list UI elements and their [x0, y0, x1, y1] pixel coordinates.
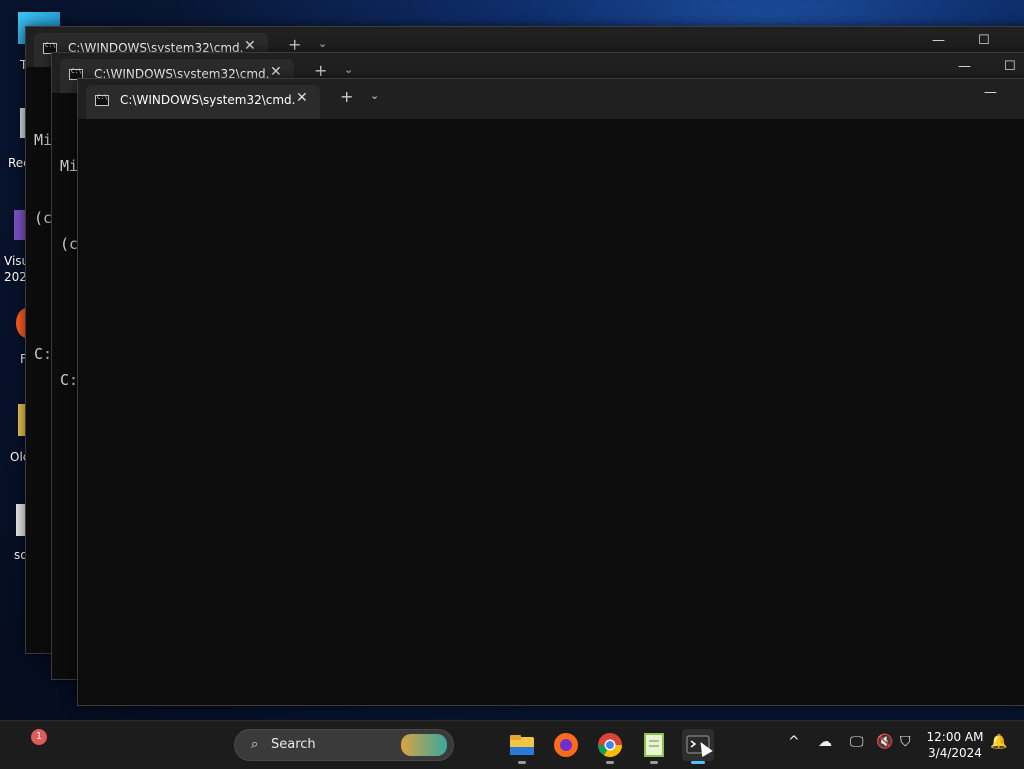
close-tab-icon[interactable]: ✕ [296, 90, 308, 106]
minimize-button[interactable]: — [932, 33, 945, 48]
new-tab-button[interactable]: + [340, 87, 353, 106]
tab-title: C:\WINDOWS\system32\cmd. [120, 93, 296, 107]
clock-time: 12:00 AM [926, 730, 984, 744]
chevron-down-icon[interactable]: ⌄ [370, 89, 379, 102]
network-icon[interactable]: 🖵 [850, 734, 864, 750]
volume-muted-icon[interactable]: 🔇 [876, 734, 893, 750]
search-icon: ⌕ [251, 737, 259, 752]
chevron-up-icon[interactable]: ^ [788, 734, 800, 750]
running-indicator [691, 761, 705, 764]
minimize-button[interactable]: — [984, 85, 997, 100]
notification-badge[interactable]: 1 [31, 729, 47, 745]
taskbar: 1 ⌕ Search ^ ☁ 🖵 🔇 ⛉ 12:00 AM 3/4/2024 🔔 [0, 720, 1024, 769]
folder-icon [510, 735, 534, 755]
clock[interactable]: 12:00 AM 3/4/2024 [922, 729, 988, 761]
chevron-down-icon[interactable]: ⌄ [344, 63, 353, 76]
maximize-button[interactable]: ☐ [978, 33, 990, 48]
firefox-icon [554, 733, 578, 757]
taskbar-app-chrome[interactable] [594, 729, 626, 764]
cmd-icon [95, 94, 109, 106]
taskbar-app-notepad-plus[interactable] [638, 729, 670, 764]
taskbar-app-firefox[interactable] [550, 729, 582, 761]
terminal-window-3[interactable]: C:\WINDOWS\system32\cmd. ✕ + ⌄ — [77, 78, 1024, 706]
notification-bell-icon[interactable]: 🔔 [990, 734, 1007, 750]
notepad-icon [644, 733, 664, 757]
minimize-button[interactable]: — [958, 59, 971, 74]
title-bar[interactable]: C:\WINDOWS\system32\cmd. ✕ + ⌄ — [78, 79, 1024, 119]
clock-date: 3/4/2024 [928, 746, 982, 760]
onedrive-icon[interactable]: ☁ [818, 734, 832, 750]
search-box[interactable]: ⌕ Search [234, 729, 454, 761]
security-icon[interactable]: ⛉ [900, 734, 911, 750]
taskbar-app-file-explorer[interactable] [506, 729, 538, 764]
maximize-button[interactable]: ☐ [1004, 59, 1016, 74]
running-indicator [518, 761, 526, 764]
tab-cmd[interactable]: C:\WINDOWS\system32\cmd. ✕ [86, 85, 320, 119]
search-label: Search [271, 737, 316, 752]
running-indicator [606, 761, 614, 764]
chrome-icon [598, 733, 622, 758]
search-highlight-icon [401, 734, 447, 756]
chevron-down-icon[interactable]: ⌄ [318, 37, 327, 50]
running-indicator [650, 761, 658, 764]
